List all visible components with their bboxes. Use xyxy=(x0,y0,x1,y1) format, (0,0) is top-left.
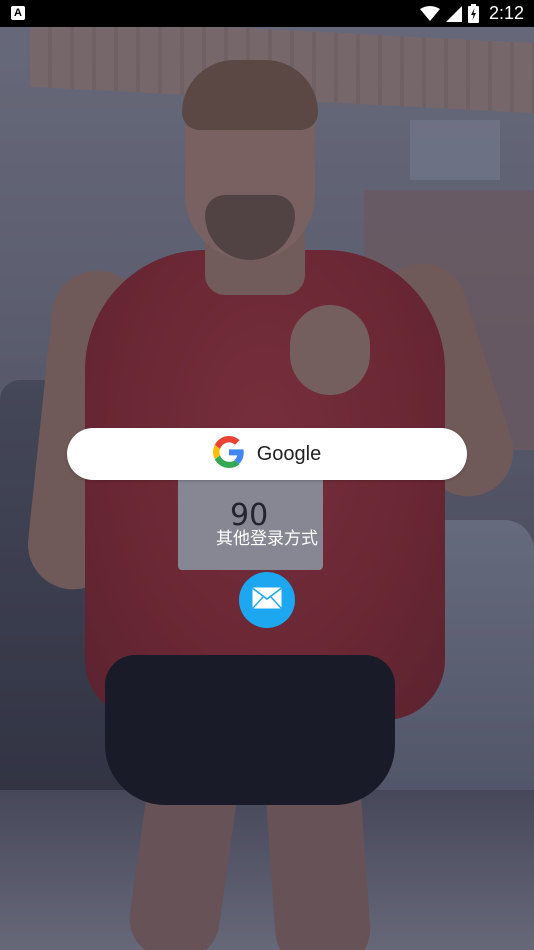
status-bar: A 2:12 xyxy=(0,0,534,27)
mail-icon xyxy=(252,587,282,614)
signal-icon xyxy=(445,5,462,22)
notification-app-icon: A xyxy=(11,6,25,20)
status-icons: 2:12 xyxy=(419,0,524,27)
battery-charging-icon xyxy=(467,4,479,23)
wifi-icon xyxy=(419,5,440,22)
status-time: 2:12 xyxy=(488,3,524,23)
login-screen: 90 A 2:12 Google 其他登录方式 xyxy=(0,0,534,950)
google-login-button[interactable]: Google xyxy=(67,428,467,480)
google-login-label: Google xyxy=(256,442,322,465)
email-login-button[interactable] xyxy=(239,572,295,628)
other-login-methods-label: 其他登录方式 xyxy=(216,529,318,549)
google-g-icon xyxy=(212,435,245,473)
